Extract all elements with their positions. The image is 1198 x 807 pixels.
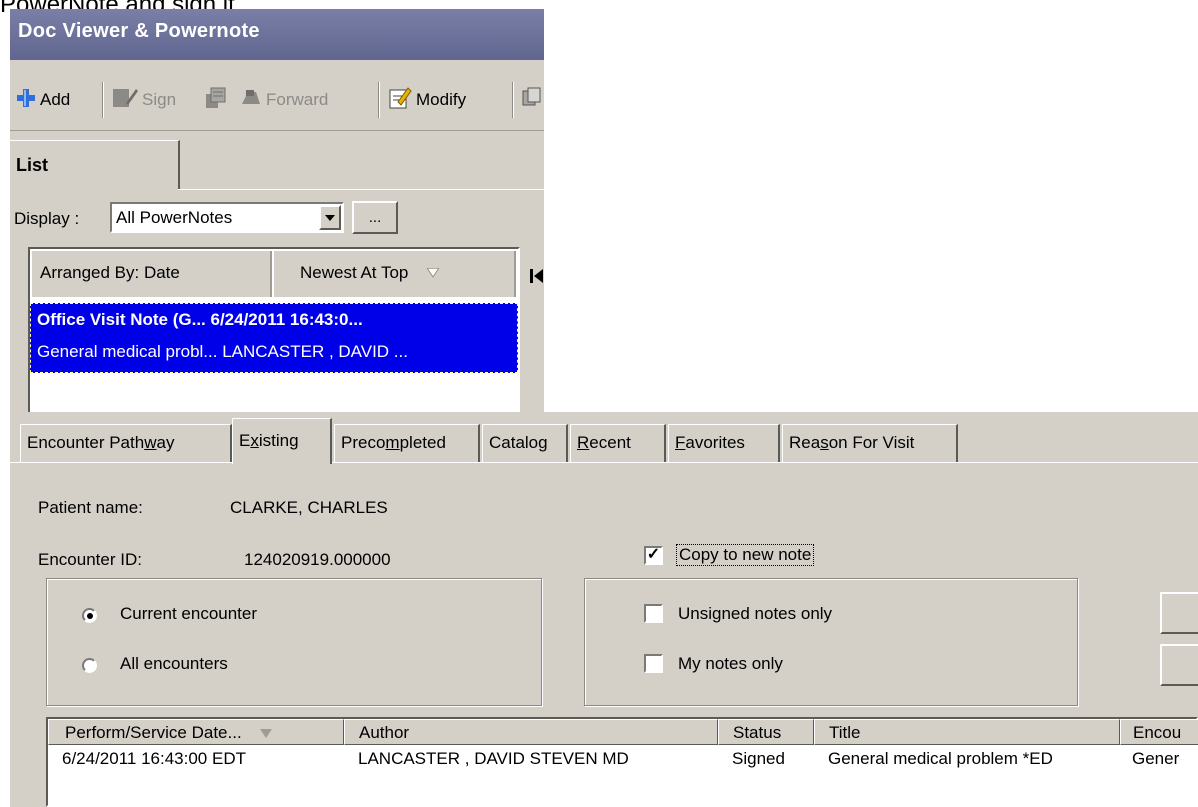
tab-reason-for-visit[interactable]: Reason For Visit bbox=[782, 424, 958, 462]
powernote-selection-panel: Encounter Pathway Existing Precompleted … bbox=[10, 412, 1198, 807]
encounter-scope-group bbox=[46, 578, 542, 706]
tab-label: Preco bbox=[341, 433, 386, 452]
column-header-label: Perform/Service Date... bbox=[65, 723, 242, 742]
toolbar-separator bbox=[512, 82, 514, 118]
list-item[interactable]: Office Visit Note (G... 6/24/2011 16:43:… bbox=[30, 303, 518, 373]
copy-to-new-note-checkbox[interactable]: ✓ bbox=[644, 546, 663, 565]
my-notes-only-checkbox[interactable] bbox=[644, 654, 663, 673]
existing-notes-table: Perform/Service Date... Author Status Ti… bbox=[46, 717, 1198, 807]
tab-accesskey: R bbox=[577, 433, 590, 452]
tab-label: Encounter Path bbox=[27, 433, 145, 452]
tab-label: Catalo bbox=[489, 433, 539, 452]
column-header-date[interactable]: Perform/Service Date... bbox=[48, 719, 344, 745]
encounter-id-label: Encounter ID: bbox=[38, 550, 142, 569]
tab-label: ay bbox=[156, 433, 175, 452]
more-toolbar-button[interactable] bbox=[522, 87, 542, 113]
column-header-status[interactable]: Status bbox=[718, 719, 814, 745]
tab-label: ecent bbox=[589, 433, 631, 452]
toolbar-separator bbox=[378, 82, 380, 118]
tab-accesskey: x bbox=[250, 431, 259, 450]
display-options-button[interactable]: ... bbox=[352, 201, 398, 234]
copy-to-new-note-label[interactable]: Copy to new note bbox=[676, 544, 815, 566]
forward-label: Forward bbox=[266, 90, 329, 109]
tab-label: on For Visit bbox=[828, 433, 915, 452]
tab-accesskey: s bbox=[820, 433, 829, 452]
side-action-button-2[interactable] bbox=[1160, 644, 1198, 686]
chevron-down-icon[interactable] bbox=[319, 205, 341, 230]
panel-title: Doc Viewer & Powernote bbox=[10, 9, 544, 60]
current-encounter-label[interactable]: Current encounter bbox=[120, 604, 257, 624]
toolbar: Add Sign Forward Modify bbox=[10, 67, 544, 131]
note-filter-group bbox=[584, 578, 1078, 706]
all-encounters-label[interactable]: All encounters bbox=[120, 654, 228, 674]
tab-list[interactable]: List bbox=[10, 140, 180, 190]
cell-status: Signed bbox=[732, 749, 785, 768]
plus-icon bbox=[16, 88, 36, 113]
sign-button[interactable]: Sign bbox=[112, 87, 176, 113]
tab-favorites[interactable]: Favorites bbox=[668, 424, 780, 462]
add-label: Add bbox=[40, 90, 71, 109]
tab-accesskey: m bbox=[385, 433, 400, 452]
sort-down-icon bbox=[260, 729, 273, 739]
unsigned-notes-only-checkbox[interactable] bbox=[644, 604, 663, 623]
tab-label: E bbox=[239, 431, 251, 450]
copy-icon bbox=[522, 87, 542, 114]
tab-catalog[interactable]: Catalog bbox=[482, 424, 568, 462]
column-header-encounter[interactable]: Encou bbox=[1120, 719, 1198, 745]
modify-label: Modify bbox=[416, 90, 467, 109]
cell-encounter: Gener bbox=[1132, 749, 1180, 768]
cell-author: LANCASTER , DAVID STEVEN MD bbox=[358, 749, 629, 768]
column-header-arranged[interactable]: Arranged By: Date bbox=[32, 251, 272, 297]
display-label: Display : bbox=[14, 209, 80, 228]
cell-title: General medical problem *ED bbox=[828, 749, 1053, 768]
tab-label: avorites bbox=[685, 433, 745, 452]
tab-label: pleted bbox=[399, 433, 446, 452]
sort-down-icon bbox=[427, 268, 440, 279]
modify-icon bbox=[388, 86, 412, 115]
column-header-author[interactable]: Author bbox=[344, 719, 718, 745]
add-button[interactable]: Add bbox=[16, 87, 70, 113]
current-encounter-radio[interactable] bbox=[82, 608, 97, 623]
unsigned-notes-only-label[interactable]: Unsigned notes only bbox=[678, 604, 832, 624]
encounter-id-value: 124020919.000000 bbox=[244, 550, 391, 569]
toolbar-separator bbox=[102, 82, 104, 118]
forward-icon bbox=[240, 88, 262, 113]
column-header-order[interactable]: Newest At Top bbox=[274, 251, 516, 297]
tab-existing[interactable]: Existing bbox=[232, 418, 332, 464]
tab-precompleted[interactable]: Precompleted bbox=[334, 424, 480, 462]
cell-date: 6/24/2011 16:43:00 EDT bbox=[62, 749, 246, 768]
tabs-baseline bbox=[10, 462, 1198, 463]
list-item-line1: Office Visit Note (G... 6/24/2011 16:43:… bbox=[37, 310, 363, 329]
tab-label: isting bbox=[258, 431, 299, 450]
document-stack-button[interactable] bbox=[204, 87, 228, 113]
tab-encounter-pathway[interactable]: Encounter Pathway bbox=[20, 424, 232, 462]
doc-viewer-panel: Doc Viewer & Powernote Add Sign Forward bbox=[10, 9, 544, 412]
patient-name-value: CLARKE, CHARLES bbox=[230, 498, 388, 517]
first-page-icon[interactable] bbox=[530, 267, 544, 290]
modify-button[interactable]: Modify bbox=[388, 86, 467, 115]
tab-label: Rea bbox=[789, 433, 821, 452]
document-stack-icon bbox=[204, 86, 228, 115]
display-dropdown-value: All PowerNotes bbox=[116, 208, 233, 227]
display-dropdown[interactable]: All PowerNotes bbox=[110, 202, 344, 233]
tab-divider bbox=[178, 189, 544, 190]
side-action-button-1[interactable] bbox=[1160, 592, 1198, 634]
tab-accesskey: g bbox=[538, 433, 548, 452]
list-item-line2: General medical probl... LANCASTER , DAV… bbox=[37, 342, 408, 361]
sign-label: Sign bbox=[142, 90, 177, 109]
column-header-title[interactable]: Title bbox=[814, 719, 1120, 745]
order-label: Newest At Top bbox=[300, 263, 409, 282]
tab-accesskey: w bbox=[144, 433, 157, 452]
all-encounters-radio[interactable] bbox=[82, 658, 97, 673]
tab-accesskey: F bbox=[675, 433, 686, 452]
my-notes-only-label[interactable]: My notes only bbox=[678, 654, 783, 674]
sign-icon bbox=[112, 87, 138, 114]
notes-list: Arranged By: Date Newest At Top Office V… bbox=[28, 247, 520, 412]
tab-recent[interactable]: Recent bbox=[570, 424, 666, 462]
patient-name-label: Patient name: bbox=[38, 498, 143, 517]
forward-button[interactable]: Forward bbox=[240, 87, 328, 113]
